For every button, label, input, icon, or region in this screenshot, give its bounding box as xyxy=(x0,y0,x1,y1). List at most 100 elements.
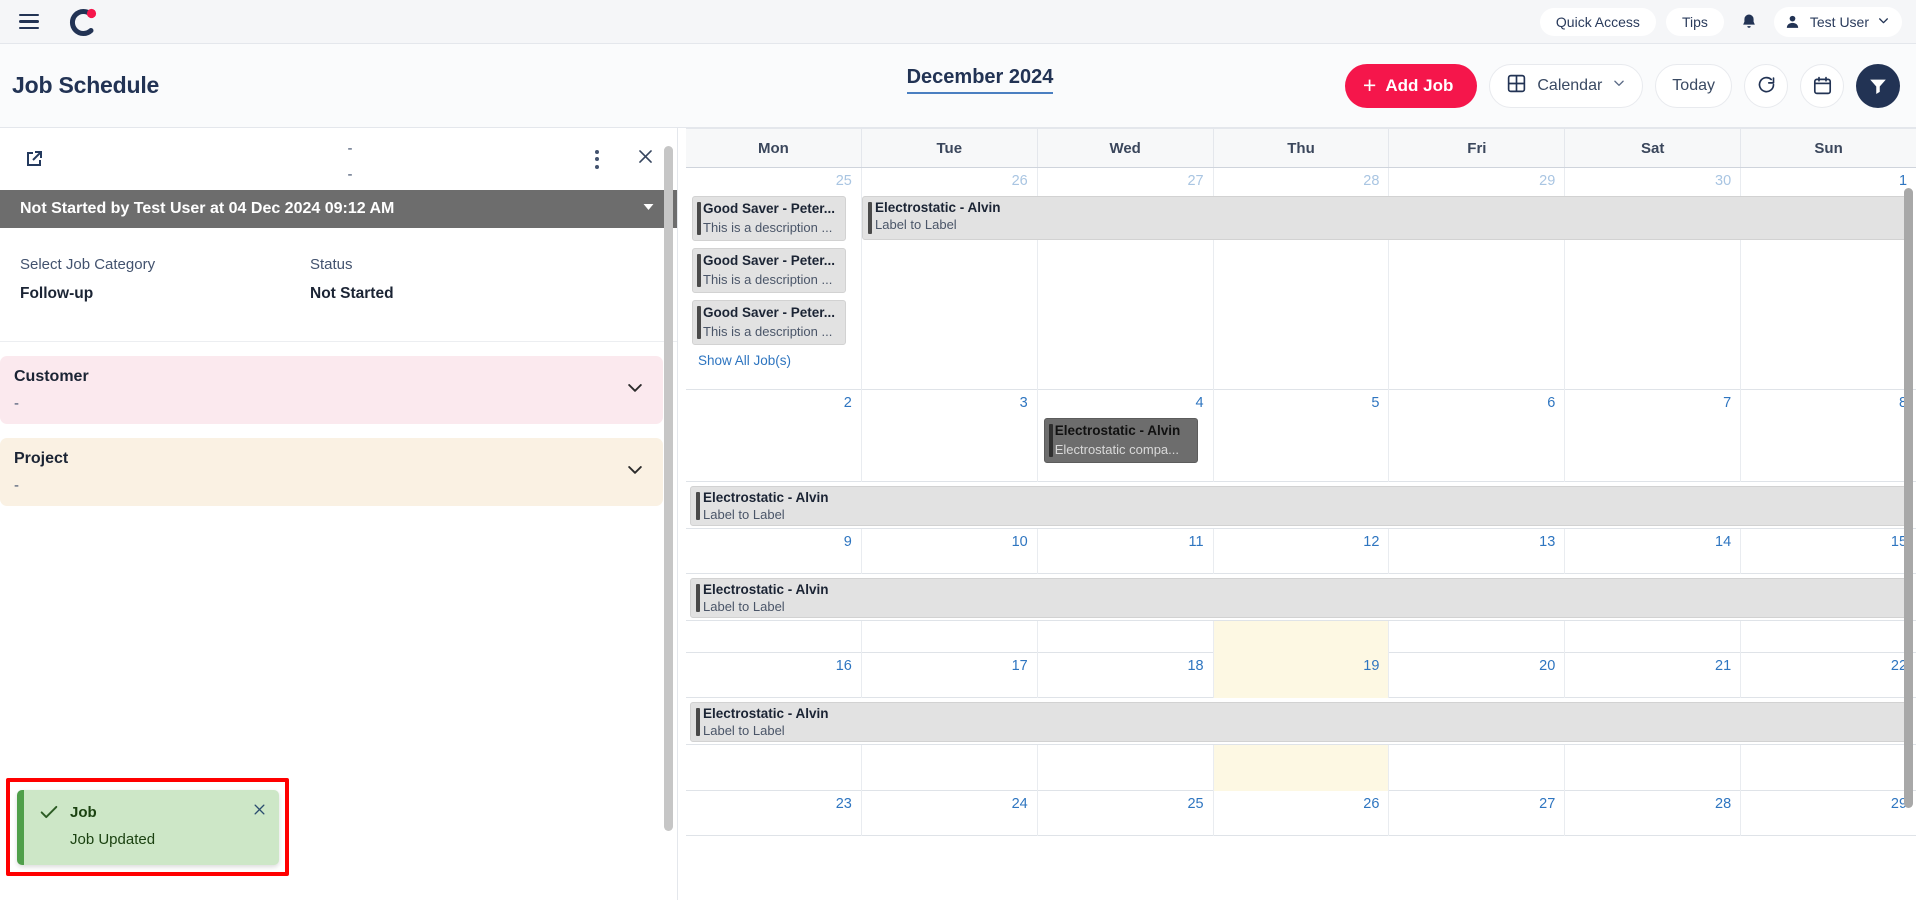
calendar-span-row-3: Electrostatic - Alvin Label to Label xyxy=(686,698,1916,745)
chevron-down-icon[interactable] xyxy=(625,460,645,485)
chevron-down-icon[interactable] xyxy=(625,378,645,403)
user-menu-button[interactable]: Test User xyxy=(1773,6,1902,37)
accordion-title: Customer xyxy=(14,368,89,385)
day-number: 4 xyxy=(1195,395,1204,411)
day-cell[interactable]: 8 xyxy=(1741,390,1916,482)
day-cell[interactable]: 22 xyxy=(1741,653,1916,698)
calendar-span-event[interactable]: Electrostatic - Alvin Label to Label xyxy=(862,196,1910,240)
day-cell[interactable]: 25 Good Saver - Peter... This is a descr… xyxy=(686,168,862,390)
open-in-new-icon[interactable] xyxy=(22,147,46,171)
day-cell-today[interactable]: 19 xyxy=(1213,653,1390,698)
day-cell[interactable]: 6 xyxy=(1389,390,1566,482)
calendar-span-event[interactable]: Electrostatic - Alvin Label to Label xyxy=(690,702,1910,742)
calendar-scrollbar[interactable] xyxy=(1904,188,1913,808)
day-cell[interactable]: 16 xyxy=(686,653,862,698)
day-cell[interactable]: 3 xyxy=(862,390,1038,482)
day-cell[interactable]: 25 xyxy=(1038,791,1214,836)
day-cell[interactable] xyxy=(1565,621,1742,653)
day-number: 28 xyxy=(1363,173,1380,189)
day-cell[interactable]: 26 xyxy=(1214,791,1390,836)
field-label: Status xyxy=(310,256,353,273)
day-cell[interactable]: 14 xyxy=(1565,529,1742,574)
close-icon[interactable] xyxy=(636,147,655,171)
day-cell[interactable]: 29 xyxy=(1741,791,1916,836)
quick-access-button[interactable]: Quick Access xyxy=(1539,7,1656,36)
calendar-span-event[interactable]: Electrostatic - Alvin Label to Label xyxy=(690,486,1910,526)
show-all-jobs-link[interactable]: Show All Job(s) xyxy=(692,345,846,372)
day-cell[interactable]: 13 xyxy=(1389,529,1566,574)
day-cell[interactable]: 24 xyxy=(862,791,1038,836)
day-cell[interactable]: 7 xyxy=(1565,390,1742,482)
hamburger-menu-icon[interactable] xyxy=(14,7,44,37)
accordion-customer[interactable]: Customer - xyxy=(0,356,663,424)
day-cell[interactable]: 18 xyxy=(1038,653,1214,698)
calendar-event[interactable]: Good Saver - Peter... This is a descript… xyxy=(692,196,846,241)
job-fields: Select Job Category Follow-up Status Not… xyxy=(0,228,677,303)
day-cell[interactable] xyxy=(1038,745,1214,791)
close-icon[interactable] xyxy=(252,802,267,822)
field-status: Status Not Started xyxy=(310,256,600,303)
toast-message: Job Updated xyxy=(70,831,156,848)
day-cell[interactable] xyxy=(1741,745,1916,791)
calendar-event-selected[interactable]: Electrostatic - Alvin Electrostatic comp… xyxy=(1043,418,1198,463)
calendar-event[interactable]: Good Saver - Peter... This is a descript… xyxy=(692,248,846,293)
person-icon xyxy=(1784,13,1802,31)
bell-icon[interactable] xyxy=(1734,7,1764,37)
day-cell[interactable]: 11 xyxy=(1038,529,1214,574)
day-cell[interactable]: 20 xyxy=(1389,653,1566,698)
panel-title-placeholder: - - xyxy=(340,136,360,188)
current-month-label[interactable]: December 2024 xyxy=(906,66,1054,94)
day-cell[interactable]: 10 xyxy=(862,529,1038,574)
day-cell[interactable] xyxy=(1213,745,1390,791)
day-cell[interactable] xyxy=(686,621,862,653)
day-cell[interactable] xyxy=(862,621,1038,653)
brand-c-logo-icon[interactable] xyxy=(66,5,100,39)
view-selector-calendar[interactable]: Calendar xyxy=(1489,63,1644,108)
user-name-label: Test User xyxy=(1809,13,1869,30)
add-job-button[interactable]: + Add Job xyxy=(1344,63,1478,108)
day-cell[interactable]: 27 xyxy=(1389,791,1566,836)
day-number: 25 xyxy=(1187,796,1204,812)
event-title: Electrostatic - Alvin xyxy=(703,582,829,597)
day-cell[interactable] xyxy=(1565,745,1742,791)
day-cell[interactable]: 5 xyxy=(1214,390,1390,482)
day-cell[interactable] xyxy=(1389,745,1566,791)
day-header-wed: Wed xyxy=(1038,129,1214,167)
toolbar-actions: + Add Job Calendar Today xyxy=(1344,63,1900,108)
toast-notification: Job Job Updated xyxy=(17,790,279,865)
day-cell[interactable]: 17 xyxy=(862,653,1038,698)
day-cell[interactable]: 4 Electrostatic - Alvin Electrostatic co… xyxy=(1038,390,1214,482)
refresh-icon[interactable] xyxy=(1744,63,1788,108)
calendar-body: 25 Good Saver - Peter... This is a descr… xyxy=(686,168,1916,836)
day-cell[interactable] xyxy=(1213,621,1390,653)
job-status-banner[interactable]: Not Started by Test User at 04 Dec 2024 … xyxy=(0,190,677,228)
calendar-day-headers: Mon Tue Wed Thu Fri Sat Sun xyxy=(686,128,1916,168)
day-cell[interactable]: 2 xyxy=(686,390,862,482)
today-button[interactable]: Today xyxy=(1655,63,1732,108)
day-number: 12 xyxy=(1363,534,1380,550)
day-cell[interactable]: 28 xyxy=(1565,791,1742,836)
calendar-event[interactable]: Good Saver - Peter... This is a descript… xyxy=(692,300,846,345)
accordion-project[interactable]: Project - xyxy=(0,438,663,506)
more-vertical-icon[interactable] xyxy=(586,148,608,170)
day-number: 5 xyxy=(1371,395,1380,411)
day-cell[interactable]: 21 xyxy=(1565,653,1742,698)
panel-scrollbar[interactable] xyxy=(664,146,673,831)
calendar-span-event[interactable]: Electrostatic - Alvin Label to Label xyxy=(690,578,1910,618)
day-cell[interactable] xyxy=(1389,621,1566,653)
day-event-stack: Electrostatic - Alvin Electrostatic comp… xyxy=(1038,418,1204,469)
day-cell[interactable]: 15 xyxy=(1741,529,1916,574)
day-number: 7 xyxy=(1723,395,1732,411)
tips-button[interactable]: Tips xyxy=(1665,7,1724,36)
funnel-filter-icon[interactable] xyxy=(1856,63,1900,108)
day-cell[interactable]: 12 xyxy=(1214,529,1390,574)
day-number: 20 xyxy=(1539,658,1556,674)
day-cell[interactable] xyxy=(862,745,1038,791)
day-cell[interactable]: 23 xyxy=(686,791,862,836)
day-cell[interactable] xyxy=(686,745,862,791)
day-cell[interactable] xyxy=(1741,621,1916,653)
caret-down-icon[interactable] xyxy=(640,198,657,220)
calendar-icon[interactable] xyxy=(1800,63,1844,108)
day-cell[interactable]: 9 xyxy=(686,529,862,574)
day-cell[interactable] xyxy=(1038,621,1214,653)
